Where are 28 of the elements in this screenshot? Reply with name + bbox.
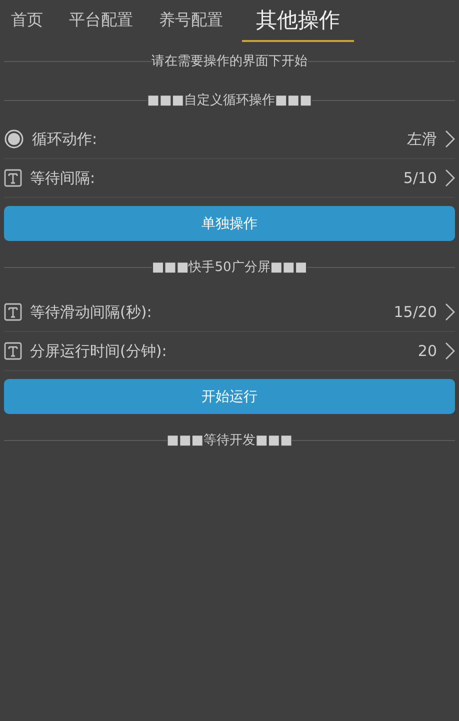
text-field-icon xyxy=(4,342,22,360)
setting-value: 5/10 xyxy=(403,169,437,187)
tab[interactable]: 平台配置 xyxy=(62,0,140,42)
setting-row[interactable]: 循环动作: 左滑 xyxy=(4,120,455,159)
setting-label: 分屏运行时间(分钟): xyxy=(30,342,168,360)
tab[interactable]: 养号配置 xyxy=(152,0,230,42)
chevron-right-icon xyxy=(445,169,455,187)
setting-row[interactable]: 等待滑动间隔(秒): 15/20 xyxy=(4,293,455,332)
setting-value: 左滑 xyxy=(407,130,437,148)
chevron-right-icon xyxy=(445,130,455,148)
setting-label: 等待滑动间隔(秒): xyxy=(30,302,153,322)
radio-icon[interactable] xyxy=(4,129,24,149)
section-title: ■■■等待开发■■■ xyxy=(166,432,292,449)
setting-value: 20 xyxy=(418,342,437,360)
setting-label: 循环动作: xyxy=(32,130,98,148)
notice-text: 请在需要操作的界面下开始 xyxy=(152,53,308,70)
section-title: ■■■快手50广分屏■■■ xyxy=(152,259,308,276)
tab[interactable]: 首页 xyxy=(4,0,50,42)
setting-row[interactable]: 分屏运行时间(分钟): 20 xyxy=(4,332,455,371)
setting-label: 等待间隔: xyxy=(30,168,96,188)
chevron-right-icon xyxy=(445,303,455,321)
text-field-icon xyxy=(4,303,22,321)
section-title: ■■■自定义循环操作■■■ xyxy=(147,92,312,109)
chevron-right-icon xyxy=(445,342,455,360)
setting-row[interactable]: 等待间隔: 5/10 xyxy=(4,159,455,198)
text-field-icon xyxy=(4,169,22,187)
setting-value: 15/20 xyxy=(394,303,437,321)
tab[interactable]: 其他操作 xyxy=(242,0,354,42)
